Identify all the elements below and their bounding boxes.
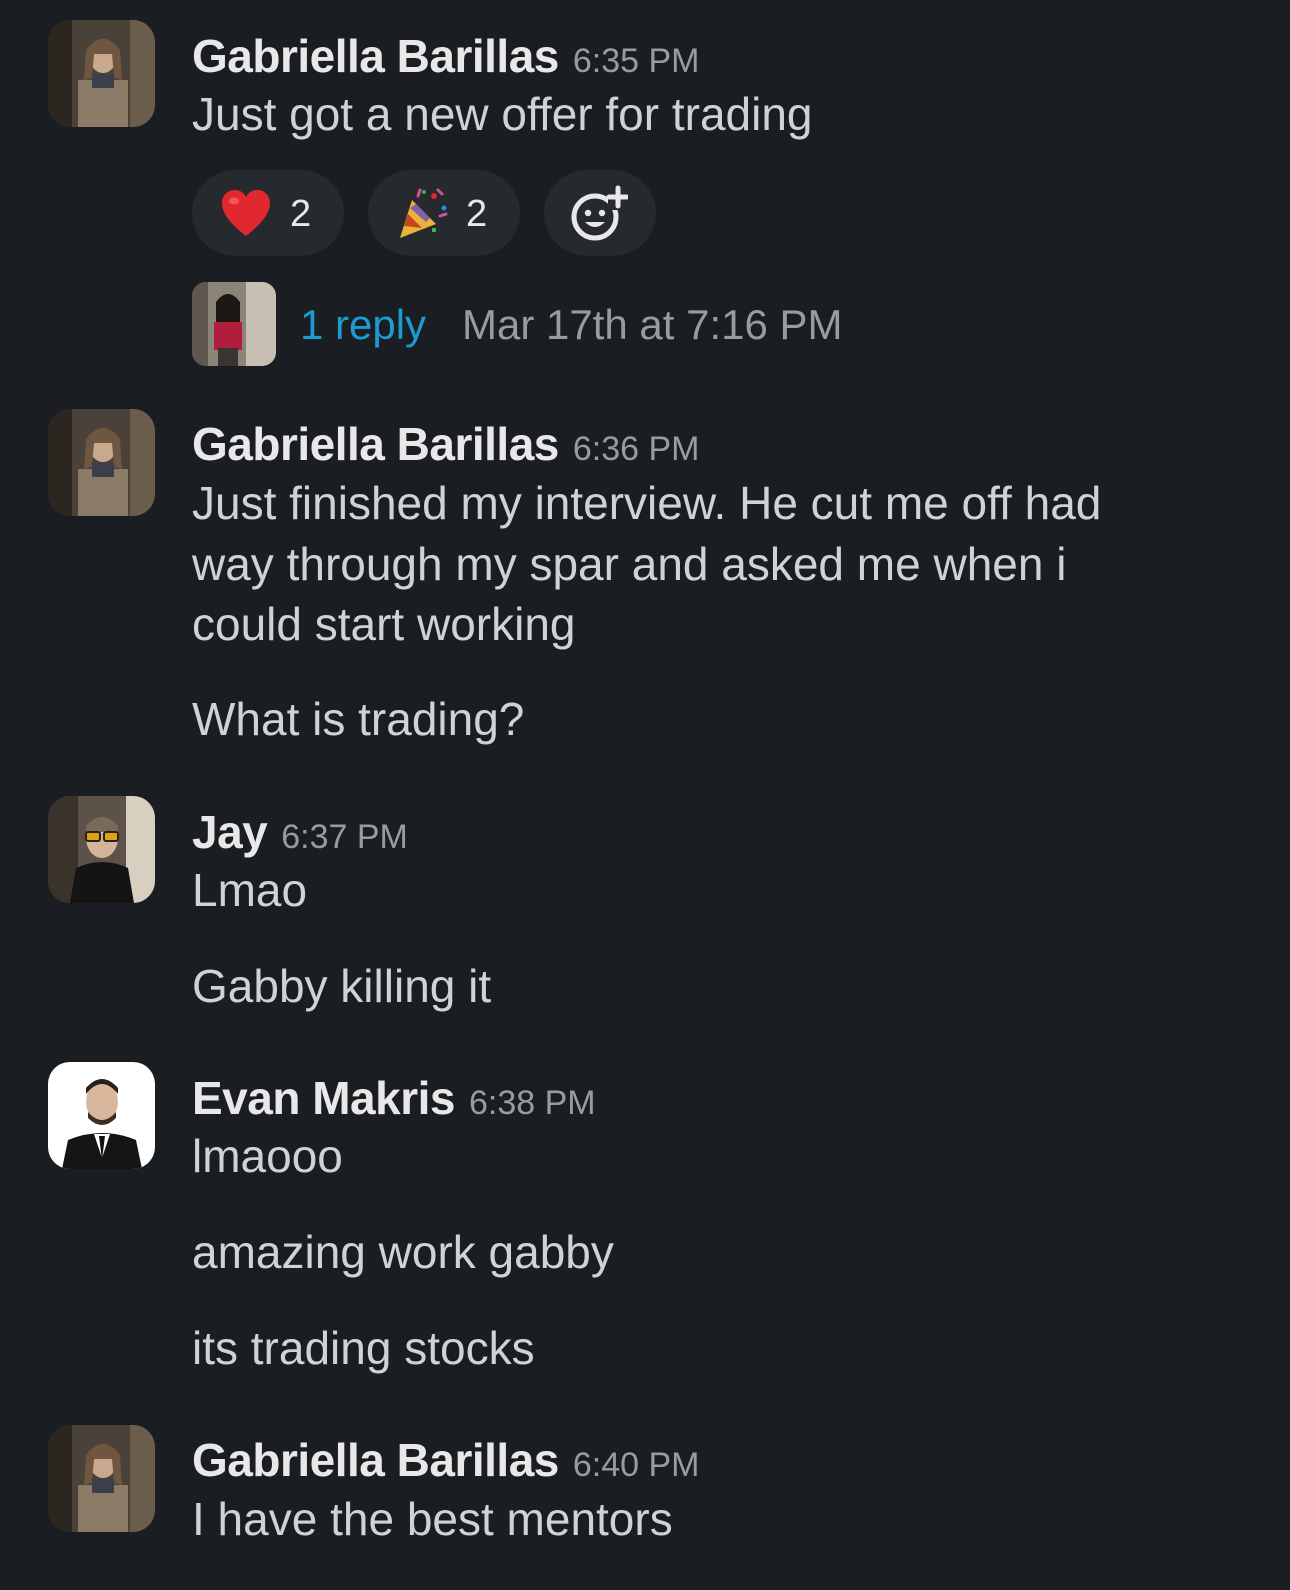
message-text: amazing work gabby [192, 1226, 614, 1278]
message-text: What is trading? [192, 693, 525, 745]
avatar[interactable] [48, 20, 155, 127]
message-text: lmaooo [192, 1130, 343, 1182]
reaction-party[interactable]: 2 [368, 170, 520, 256]
message-timestamp[interactable]: 6:38 PM [469, 1084, 596, 1122]
last-reply-time: Mar 17th at 7:16 PM [462, 301, 843, 348]
message-header: Gabriella Barillas 6:35 PM [192, 33, 700, 79]
reply-count-link[interactable]: 1 reply [300, 302, 426, 348]
author-name[interactable]: Gabriella Barillas [192, 418, 559, 470]
message-text: could start working [192, 598, 576, 650]
message-header: Gabriella Barillas 6:36 PM [192, 421, 700, 467]
message-timestamp[interactable]: 6:37 PM [281, 818, 408, 856]
author-name[interactable]: Gabriella Barillas [192, 1434, 559, 1486]
add-reaction-icon [571, 185, 628, 241]
message-text: way through my spar and asked me when i [192, 538, 1067, 590]
message-text: Just finished my interview. He cut me of… [192, 477, 1102, 529]
message-header: Gabriella Barillas 6:40 PM [192, 1437, 700, 1483]
reaction-heart[interactable]: 2 [192, 170, 344, 256]
author-name[interactable]: Jay [192, 806, 268, 858]
party-popper-icon [400, 188, 448, 238]
reaction-count: 2 [290, 193, 312, 235]
heart-icon [222, 190, 270, 236]
message-text: its trading stocks [192, 1322, 535, 1374]
message-text: Lmao [192, 864, 308, 916]
avatar[interactable] [48, 1425, 155, 1532]
author-name[interactable]: Evan Makris [192, 1072, 455, 1124]
message-timestamp[interactable]: 6:40 PM [573, 1446, 700, 1484]
author-name[interactable]: Gabriella Barillas [192, 30, 559, 82]
message-text: I have the best mentors [192, 1493, 673, 1545]
message-timestamp[interactable]: 6:35 PM [573, 42, 700, 80]
message-text: Just got a new offer for trading [192, 88, 813, 140]
message-timestamp[interactable]: 6:36 PM [573, 430, 700, 468]
add-reaction-button[interactable] [544, 170, 656, 256]
avatar[interactable] [48, 1062, 155, 1169]
message-header: Jay 6:37 PM [192, 809, 408, 855]
avatar[interactable] [48, 409, 155, 516]
avatar[interactable] [48, 796, 155, 903]
message-header: Evan Makris 6:38 PM [192, 1075, 596, 1121]
reaction-count: 2 [466, 193, 488, 235]
message-text: Gabby killing it [192, 960, 492, 1012]
thread-reply-avatar[interactable] [192, 282, 276, 366]
